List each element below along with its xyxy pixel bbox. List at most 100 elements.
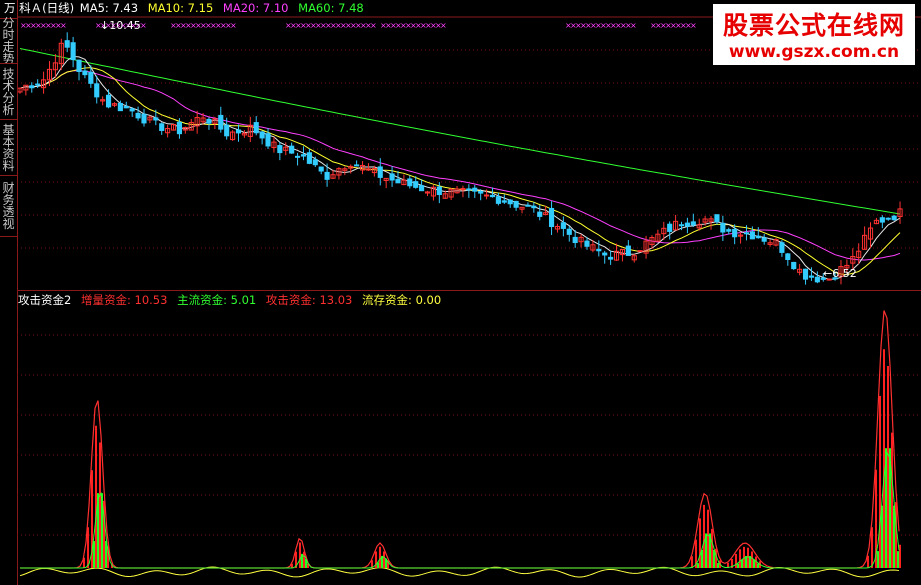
tab-intraday[interactable]: 分时走势 (0, 17, 18, 65)
tab-technical[interactable]: 技术分析 (0, 63, 18, 120)
candle-body (602, 252, 608, 256)
candle-body (129, 108, 135, 112)
indicator-header: 攻击资金2 增量资金: 10.53 主流资金: 5.01 攻击资金: 13.03… (18, 292, 441, 308)
candle-body (879, 217, 885, 223)
candle-body (478, 190, 484, 194)
signal-mark: × (230, 21, 237, 30)
ma60-label: MA60: (298, 1, 335, 15)
candle-body (218, 114, 224, 130)
tab-label: 基本资料 (2, 122, 15, 173)
candle-body (82, 70, 88, 76)
candle-body (289, 145, 295, 154)
candle-body (808, 275, 815, 278)
candle-body (513, 200, 519, 208)
watermark-logo: 股票公式在线网 www.gszx.com.cn (712, 4, 915, 65)
candle-body (608, 256, 614, 260)
candle-body (88, 71, 94, 84)
ma10-value: 7.15 (187, 1, 214, 15)
ma20-label: MA20: (222, 1, 260, 15)
candle-body (720, 222, 726, 233)
signal-mark: × (440, 21, 447, 30)
candle-body (294, 155, 301, 158)
candle-body (501, 200, 507, 203)
indicator-item-label: 主流资金: (177, 293, 227, 307)
candle-body (525, 204, 531, 207)
candle-body (755, 235, 761, 239)
candle-body (791, 261, 797, 270)
candle-body (785, 253, 791, 260)
indicator-item-label: 攻击资金: (265, 293, 316, 307)
watermark-title: 股票公式在线网 (722, 11, 905, 40)
candle-body (667, 223, 673, 232)
candle-body (135, 112, 141, 119)
chart-header: 万 科Ａ(日线) MA5: 7.43 MA10: 7.15 MA20: 7.10… (4, 0, 364, 16)
candle-body (684, 222, 690, 227)
candle-body (584, 240, 590, 247)
candle-body (64, 40, 70, 48)
candle-body (419, 185, 425, 192)
tab-fundamentals[interactable]: 基本资料 (0, 119, 18, 176)
candle-body (300, 154, 307, 157)
candle-body (395, 178, 401, 184)
candle-body (637, 250, 643, 253)
candle-body (560, 222, 566, 229)
candle-body (105, 94, 112, 108)
candle-body (489, 194, 496, 198)
candle-body (123, 105, 129, 109)
candle-body (407, 178, 413, 187)
candle-body (324, 171, 330, 180)
indicator-item-value: 10.53 (134, 293, 168, 307)
ma5-value: 7.43 (112, 1, 139, 15)
candle-body (354, 164, 360, 167)
ma5-label: MA5: (79, 1, 109, 15)
candle-body (277, 145, 283, 154)
candle-body (389, 173, 395, 181)
candle-body (306, 152, 312, 164)
signal-mark: × (630, 21, 637, 30)
signal-mark: × (140, 21, 147, 30)
candle-body (779, 242, 785, 253)
candle-body (70, 42, 76, 61)
candle-body (224, 124, 230, 137)
high-price-label: ↓10.45 (100, 19, 141, 32)
watermark-url: www.gszx.com.cn (728, 42, 900, 62)
indicator-name: 攻击资金2 (18, 293, 72, 307)
candle-body (235, 129, 242, 134)
ma20-value: 7.10 (262, 1, 289, 15)
candle-body (117, 102, 123, 112)
signal-mark: × (370, 21, 377, 30)
candle-body (35, 83, 41, 86)
candle-body (531, 205, 537, 209)
ma60-value: 7.48 (338, 1, 364, 15)
indicator-item-value: 0.00 (415, 293, 442, 307)
candle-body (377, 166, 383, 178)
ma5-line (19, 55, 901, 280)
tab-financials[interactable]: 财务透视 (0, 175, 18, 237)
candle-body (732, 228, 738, 238)
candle-body (436, 186, 442, 196)
signal-mark: × (690, 21, 697, 30)
candle-body (507, 199, 513, 205)
candle-body (814, 276, 820, 283)
candle-body (714, 214, 720, 223)
tab-label: 财务透视 (2, 181, 15, 231)
candle-body (153, 117, 159, 121)
candle-body (678, 224, 685, 227)
candle-body (159, 123, 165, 131)
candle-body (596, 248, 602, 252)
indicator-item-label: 增量资金: (80, 293, 131, 307)
candle-body (472, 187, 478, 192)
candle-body (726, 229, 732, 232)
incremental-funds-line (20, 310, 900, 569)
indicator-item-value: 5.01 (230, 293, 257, 307)
candle-body (484, 194, 490, 197)
candle-body (690, 221, 696, 226)
candle-body (29, 85, 35, 89)
candle-body (265, 133, 271, 147)
candle-body (572, 236, 578, 244)
signal-mark: × (60, 21, 67, 30)
candle-body (94, 83, 100, 98)
candle-body (761, 237, 767, 242)
stock-name: 万 科Ａ(日线) (4, 1, 75, 15)
candle-body (743, 232, 750, 235)
